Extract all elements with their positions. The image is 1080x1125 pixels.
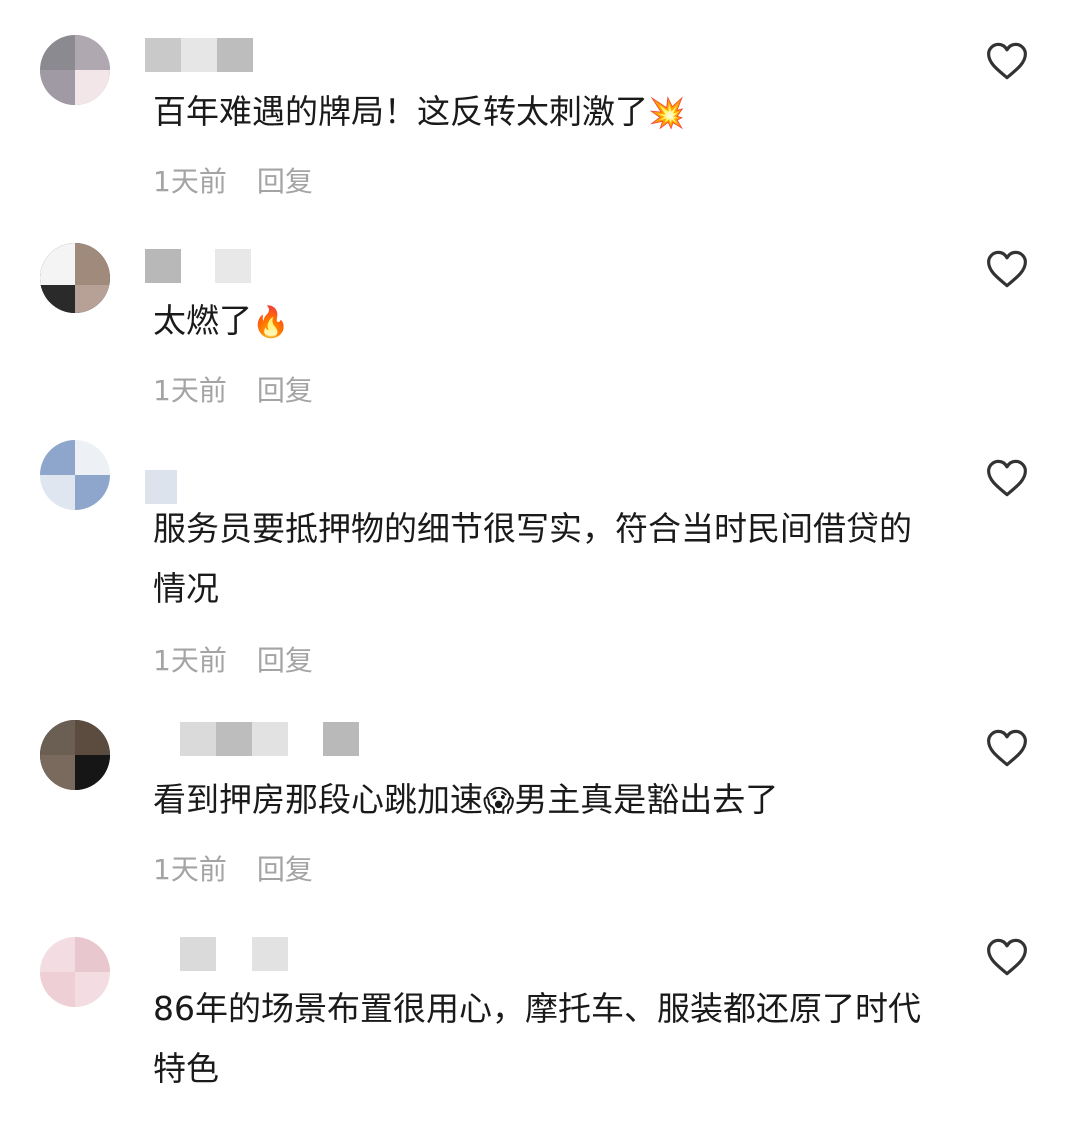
username-blurred[interactable] (145, 722, 359, 758)
username-blurred[interactable] (145, 249, 265, 285)
username-blurred[interactable] (145, 937, 288, 973)
comment-meta: 1天前 回复 (153, 639, 313, 679)
comment-text: 看到押房那段心跳加速😱男主真是豁出去了 (153, 770, 923, 832)
username-blurred[interactable] (145, 38, 255, 74)
timestamp: 1天前 (153, 165, 227, 198)
heart-outline-icon[interactable] (986, 458, 1028, 498)
comment-text-body: 看到押房那段心跳加速 (153, 780, 483, 819)
heart-outline-icon[interactable] (986, 728, 1028, 768)
heart-outline-icon[interactable] (986, 249, 1028, 289)
comment-text-body: 太燃了 (153, 301, 252, 340)
comment-text: 太燃了🔥 (153, 291, 923, 353)
avatar[interactable] (40, 35, 110, 105)
avatar[interactable] (40, 937, 110, 1007)
explosion-emoji: 💥 (648, 96, 686, 131)
reply-button[interactable]: 回复 (257, 848, 313, 888)
comment-text-body-after: 男主真是豁出去了 (514, 780, 779, 819)
reply-button[interactable]: 回复 (257, 160, 313, 200)
reply-button[interactable]: 回复 (257, 369, 313, 409)
fire-emoji: 🔥 (252, 305, 290, 340)
timestamp: 1天前 (153, 853, 227, 886)
comment-text-body: 86年的场景布置很用心，摩托车、服装都还原了时代特色 (153, 989, 921, 1088)
comment-text-body: 百年难遇的牌局！这反转太刺激了 (153, 92, 648, 131)
timestamp: 1天前 (153, 644, 227, 677)
comment-text-body: 服务员要抵押物的细节很写实，符合当时民间借贷的情况 (153, 509, 912, 608)
scream-emoji: 😱 (483, 784, 515, 819)
comment-text: 百年难遇的牌局！这反转太刺激了💥 (153, 82, 923, 144)
avatar[interactable] (40, 720, 110, 790)
comment-text: 服务员要抵押物的细节很写实，符合当时民间借贷的情况 (153, 499, 923, 619)
reply-button[interactable]: 回复 (257, 639, 313, 679)
avatar[interactable] (40, 440, 110, 510)
avatar[interactable] (40, 243, 110, 313)
comment-meta: 1天前 回复 (153, 848, 313, 888)
timestamp: 1天前 (153, 374, 227, 407)
heart-outline-icon[interactable] (986, 937, 1028, 977)
comment-meta: 1天前 回复 (153, 369, 313, 409)
comment-text: 86年的场景布置很用心，摩托车、服装都还原了时代特色 (153, 979, 923, 1099)
heart-outline-icon[interactable] (986, 41, 1028, 81)
comment-meta: 1天前 回复 (153, 160, 313, 200)
